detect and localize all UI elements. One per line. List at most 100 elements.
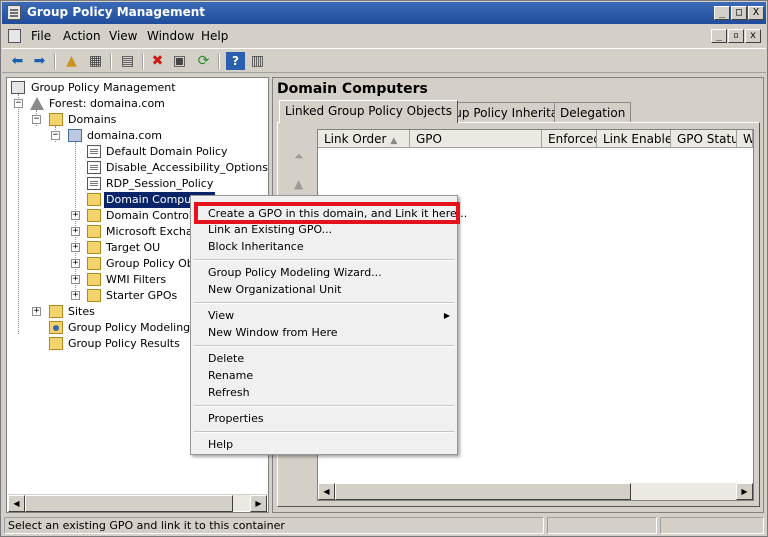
tree-item-label: Forest: domaina.com	[49, 97, 165, 110]
menu-item-modeling-wizard[interactable]: Group Policy Modeling Wizard...	[208, 266, 382, 279]
highlight-box	[194, 202, 460, 224]
menu-bar: File Action View Window Help _ ▫ x	[2, 25, 766, 47]
tree-horizontal-scrollbar[interactable]: ◀ ▶	[8, 494, 267, 512]
column-wmi-filter[interactable]: W	[737, 130, 753, 148]
move-up-icon[interactable]: ▲	[294, 177, 303, 191]
status-panel	[547, 517, 657, 534]
pane-heading: Domain Computers	[277, 81, 428, 97]
menu-item-delete[interactable]: Delete	[208, 352, 244, 365]
menu-window[interactable]: Window	[147, 29, 194, 43]
tree-item-label: Group Policy Modeling	[68, 321, 191, 334]
menu-item-properties[interactable]: Properties	[208, 412, 264, 425]
menu-item-new-window[interactable]: New Window from Here	[208, 326, 338, 339]
list-horizontal-scrollbar[interactable]: ◀ ▶	[318, 483, 753, 500]
menu-file[interactable]: File	[31, 29, 51, 43]
show-action-pane-icon[interactable]: ▥	[248, 52, 267, 70]
expand-toggle[interactable]: +	[71, 275, 80, 284]
tree-item-label: RDP_Session_Policy	[106, 177, 214, 190]
title-bar[interactable]: Group Policy Management _ □ X	[2, 2, 766, 24]
menu-separator	[194, 259, 454, 261]
forward-arrow-icon[interactable]: ➡	[30, 52, 49, 70]
column-link-order[interactable]: Link Order ▲	[318, 130, 410, 148]
menu-item-view[interactable]: View	[208, 309, 234, 322]
expand-toggle[interactable]: +	[71, 291, 80, 300]
scroll-thumb[interactable]	[25, 495, 233, 512]
column-enforced[interactable]: Enforced	[542, 130, 597, 148]
expand-toggle[interactable]: +	[71, 259, 80, 268]
collapse-toggle[interactable]: −	[51, 131, 60, 140]
menu-separator	[194, 431, 454, 433]
delete-icon[interactable]: ✖	[148, 52, 167, 70]
toolbar-separator	[142, 53, 144, 69]
menu-view[interactable]: View	[109, 29, 137, 43]
collapse-toggle[interactable]: −	[32, 115, 41, 124]
export-icon[interactable]: ▣	[170, 52, 189, 70]
menu-item-link-existing-gpo[interactable]: Link an Existing GPO...	[208, 223, 332, 236]
ou-folder-icon	[87, 225, 101, 238]
status-bar: Select an existing GPO and link it to th…	[2, 515, 766, 536]
up-folder-icon[interactable]: ▲	[62, 52, 81, 70]
maximize-button[interactable]: □	[731, 6, 747, 20]
scroll-right-button[interactable]: ▶	[250, 495, 267, 512]
starter-gpos-icon	[87, 289, 101, 302]
scroll-left-button[interactable]: ◀	[318, 483, 335, 500]
sites-icon	[49, 305, 63, 318]
collapse-toggle[interactable]: −	[14, 99, 23, 108]
tree-connector	[18, 94, 19, 334]
expand-toggle[interactable]: +	[32, 307, 41, 316]
toolbar-separator	[218, 53, 220, 69]
scroll-left-button[interactable]: ◀	[8, 495, 25, 512]
scroll-thumb[interactable]	[335, 483, 631, 500]
menu-item-refresh[interactable]: Refresh	[208, 386, 250, 399]
context-menu: Create a GPO in this domain, and Link it…	[190, 195, 467, 455]
ou-folder-icon	[87, 193, 101, 206]
toolbar-separator	[110, 53, 112, 69]
wmi-filters-icon	[87, 273, 101, 286]
tree-item-label: Domains	[68, 113, 117, 126]
help-icon[interactable]: ?	[226, 52, 245, 70]
expand-toggle[interactable]: +	[71, 227, 80, 236]
move-top-icon[interactable]: ⏶	[294, 149, 304, 164]
mdi-window-icon[interactable]	[8, 29, 21, 43]
submenu-arrow-icon: ▶	[443, 311, 450, 320]
minimize-button[interactable]: _	[714, 6, 730, 20]
gpmc-app-icon	[7, 5, 21, 20]
scroll-right-button[interactable]: ▶	[736, 483, 753, 500]
menu-action[interactable]: Action	[63, 29, 101, 43]
mdi-restore-button[interactable]: ▫	[728, 29, 744, 43]
menu-separator	[194, 345, 454, 347]
tree-item-label: WMI Filters	[106, 273, 167, 286]
show-hide-tree-icon[interactable]: ▦	[86, 52, 105, 70]
tab-delegation[interactable]: Delegation	[554, 102, 632, 122]
status-text: Select an existing GPO and link it to th…	[4, 517, 544, 534]
ou-folder-icon	[87, 241, 101, 254]
menu-item-new-ou[interactable]: New Organizational Unit	[208, 283, 342, 296]
tree-item-label: Default Domain Policy	[106, 145, 228, 158]
tab-linked-gpos[interactable]: Linked Group Policy Objects	[279, 100, 458, 123]
menu-item-help[interactable]: Help	[208, 438, 233, 451]
column-link-enabled[interactable]: Link Enabled	[597, 130, 671, 148]
expand-toggle[interactable]: +	[71, 211, 80, 220]
menu-item-block-inheritance[interactable]: Block Inheritance	[208, 240, 304, 253]
window-title: Group Policy Management	[27, 5, 206, 19]
refresh-icon[interactable]: ⟳	[194, 52, 213, 70]
mdi-close-button[interactable]: x	[745, 29, 761, 43]
mdi-minimize-button[interactable]: _	[711, 29, 727, 43]
back-arrow-icon[interactable]: ⬅	[8, 52, 27, 70]
status-panel	[660, 517, 764, 534]
properties-icon[interactable]: ▤	[118, 52, 137, 70]
app-window: Group Policy Management _ □ X File Actio…	[0, 0, 768, 537]
column-gpo[interactable]: GPO	[410, 130, 542, 148]
expand-toggle[interactable]: +	[71, 243, 80, 252]
gpo-link-icon	[87, 161, 101, 174]
menu-help[interactable]: Help	[201, 29, 228, 43]
toolbar: ⬅ ➡ ▲ ▦ ▤ ✖ ▣ ⟳ ? ▥	[2, 48, 766, 73]
close-button[interactable]: X	[748, 6, 764, 20]
menu-item-rename[interactable]: Rename	[208, 369, 253, 382]
tree-item-label: Target OU	[106, 241, 161, 254]
menu-separator	[194, 302, 454, 304]
forest-icon	[30, 97, 44, 110]
column-gpo-status[interactable]: GPO Status	[671, 130, 737, 148]
ou-folder-icon	[87, 209, 101, 222]
gpo-link-icon	[87, 145, 101, 158]
